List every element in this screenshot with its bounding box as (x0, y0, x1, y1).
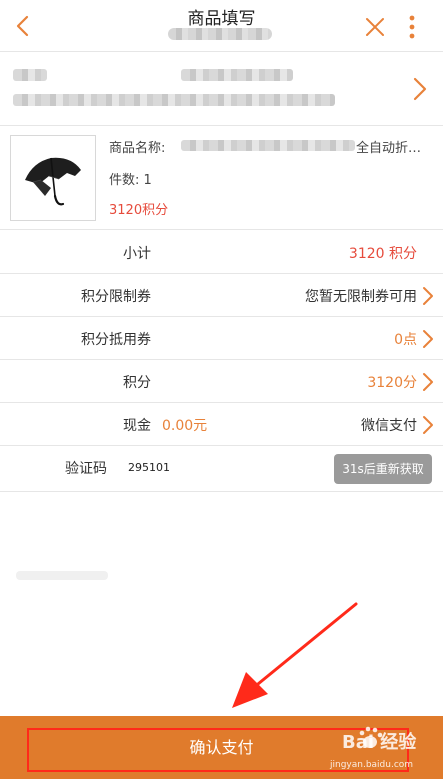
more-vertical-icon[interactable] (404, 14, 420, 40)
subtotal-label: 小计 (123, 246, 151, 262)
chevron-right-icon (421, 286, 435, 306)
umbrella-image (10, 135, 96, 221)
cash-row[interactable]: 现金 0.00元 微信支付 (0, 403, 443, 446)
watermark-text: Bai 经验 (342, 732, 417, 753)
deduct-coupon-label: 积分抵用券 (81, 332, 151, 348)
close-icon[interactable] (364, 16, 386, 38)
resend-code-button[interactable]: 31s后重新获取 (334, 454, 432, 484)
blurred-address (13, 94, 335, 106)
points-label: 积分 (123, 375, 151, 391)
product-name-label: 商品名称: (109, 141, 166, 156)
blurred-subtitle (168, 28, 272, 40)
product-card: 商品名称: 全自动折… 件数: 1 3120积分 (0, 126, 443, 230)
verify-code-input[interactable]: 295101 (128, 461, 170, 474)
chevron-right-icon (421, 329, 435, 349)
cash-label: 现金 (123, 418, 151, 434)
cash-amount: 0.00元 (162, 418, 208, 434)
deduct-coupon-row[interactable]: 积分抵用券 0点 (0, 317, 443, 360)
payment-method: 微信支付 (361, 418, 417, 434)
blurred-note (16, 571, 108, 580)
product-name-tail: 全自动折… (356, 141, 422, 156)
blurred-product-name (181, 140, 355, 151)
shipping-address[interactable] (0, 53, 443, 126)
bottom-action-bar: 确认支付 Bai 经验 jingyan.baidu.com (0, 716, 443, 779)
deduct-coupon-value: 0点 (394, 332, 417, 348)
chevron-right-icon (421, 372, 435, 392)
product-points: 3120积分 (109, 203, 169, 218)
order-fill-page: 商品填写 商品名称: 全自动折… 件数: 1 3120积分 小计 3120 积分… (0, 0, 443, 779)
blurred-phone (181, 69, 293, 81)
subtotal-value: 3120 积分 (348, 246, 417, 262)
points-row[interactable]: 积分 3120分 (0, 360, 443, 403)
chevron-right-icon (410, 75, 430, 103)
product-quantity: 件数: 1 (109, 173, 152, 188)
watermark-url: jingyan.baidu.com (330, 760, 414, 770)
chevron-right-icon (421, 415, 435, 435)
verify-row: 验证码 295101 31s后重新获取 (0, 446, 443, 492)
limit-coupon-value: 您暂无限制券可用 (305, 289, 417, 305)
limit-coupon-label: 积分限制券 (81, 289, 151, 305)
points-value: 3120分 (367, 375, 417, 391)
subtotal-row: 小计 3120 积分 (0, 231, 443, 274)
blurred-recipient-name (13, 69, 47, 81)
verify-label: 验证码 (65, 461, 107, 477)
header-bar: 商品填写 (0, 0, 443, 52)
limit-coupon-row[interactable]: 积分限制券 您暂无限制券可用 (0, 274, 443, 317)
